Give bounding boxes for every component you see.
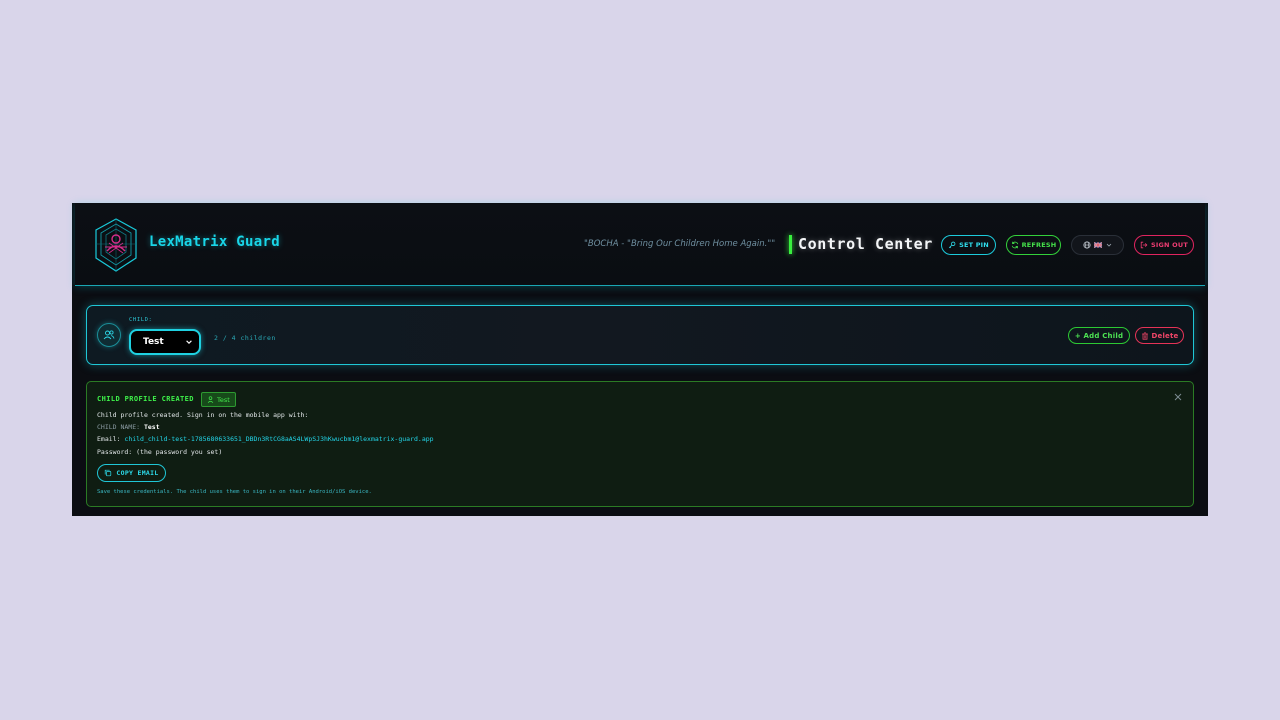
child-label: CHILD: (129, 317, 153, 323)
sign-out-button[interactable]: SIGN OUT (1134, 235, 1194, 255)
child-badge-label: Test (217, 395, 230, 404)
chevron-down-icon (1106, 243, 1111, 247)
add-child-label: + Add Child (1074, 331, 1124, 340)
copy-email-label: COPY EMAIL (116, 469, 159, 477)
user-icon (207, 396, 214, 403)
email-row: Email: child_child-test-1785680633651_DB… (97, 435, 434, 443)
tagline: "BOCHA - "Bring Our Children Home Again.… (584, 239, 776, 249)
email-value[interactable]: child_child-test-1785680633651_DBDn3RtCG… (124, 435, 433, 443)
set-pin-button[interactable]: SET PIN (941, 235, 996, 255)
copy-icon (105, 469, 112, 477)
refresh-icon (1011, 241, 1018, 249)
child-name-label: CHILD NAME: (97, 423, 141, 431)
child-badge: Test (201, 392, 236, 407)
language-selector[interactable] (1071, 235, 1124, 255)
delete-child-button[interactable]: Delete (1135, 327, 1184, 344)
page-title: Control Center (798, 235, 933, 253)
shield-logo-icon (95, 218, 137, 272)
profile-created-notice: CHILD PROFILE CREATED Test Child profile… (86, 381, 1194, 507)
key-icon (948, 241, 956, 249)
chevron-down-icon (186, 340, 192, 344)
child-select[interactable]: Test (129, 329, 201, 355)
child-select-value: Test (143, 337, 164, 347)
notice-title: CHILD PROFILE CREATED (97, 395, 194, 403)
uk-flag-icon (1093, 241, 1102, 249)
refresh-label: REFRESH (1021, 241, 1057, 249)
password-row: Password: (the password you set) (97, 448, 223, 456)
children-count: 2 / 4 children (214, 334, 276, 342)
refresh-button[interactable]: REFRESH (1006, 235, 1061, 255)
child-name-row: CHILD NAME: Test (97, 423, 160, 431)
app-window: LexMatrix Guard "BOCHA - "Bring Our Chil… (72, 203, 1208, 516)
notice-footer: Save these credentials. The child uses t… (97, 489, 372, 495)
child-name-value: Test (143, 423, 160, 431)
children-icon (97, 323, 121, 347)
copy-email-button[interactable]: COPY EMAIL (97, 464, 166, 482)
logout-icon (1140, 241, 1148, 249)
add-child-button[interactable]: + Add Child (1068, 327, 1130, 344)
delete-child-label: Delete (1151, 331, 1179, 340)
close-icon[interactable] (1173, 392, 1183, 402)
header: LexMatrix Guard "BOCHA - "Bring Our Chil… (75, 203, 1205, 286)
title-accent-bar (789, 235, 792, 254)
child-selector-bar: CHILD: Test 2 / 4 children + Add Child D… (86, 305, 1194, 365)
globe-icon (1082, 241, 1091, 249)
sign-out-label: SIGN OUT (1151, 241, 1188, 249)
set-pin-label: SET PIN (959, 241, 989, 249)
trash-icon (1141, 331, 1148, 340)
brand-name: LexMatrix Guard (149, 234, 280, 250)
notice-intro: Child profile created. Sign in on the mo… (97, 411, 309, 419)
email-label: Email: (97, 435, 121, 443)
